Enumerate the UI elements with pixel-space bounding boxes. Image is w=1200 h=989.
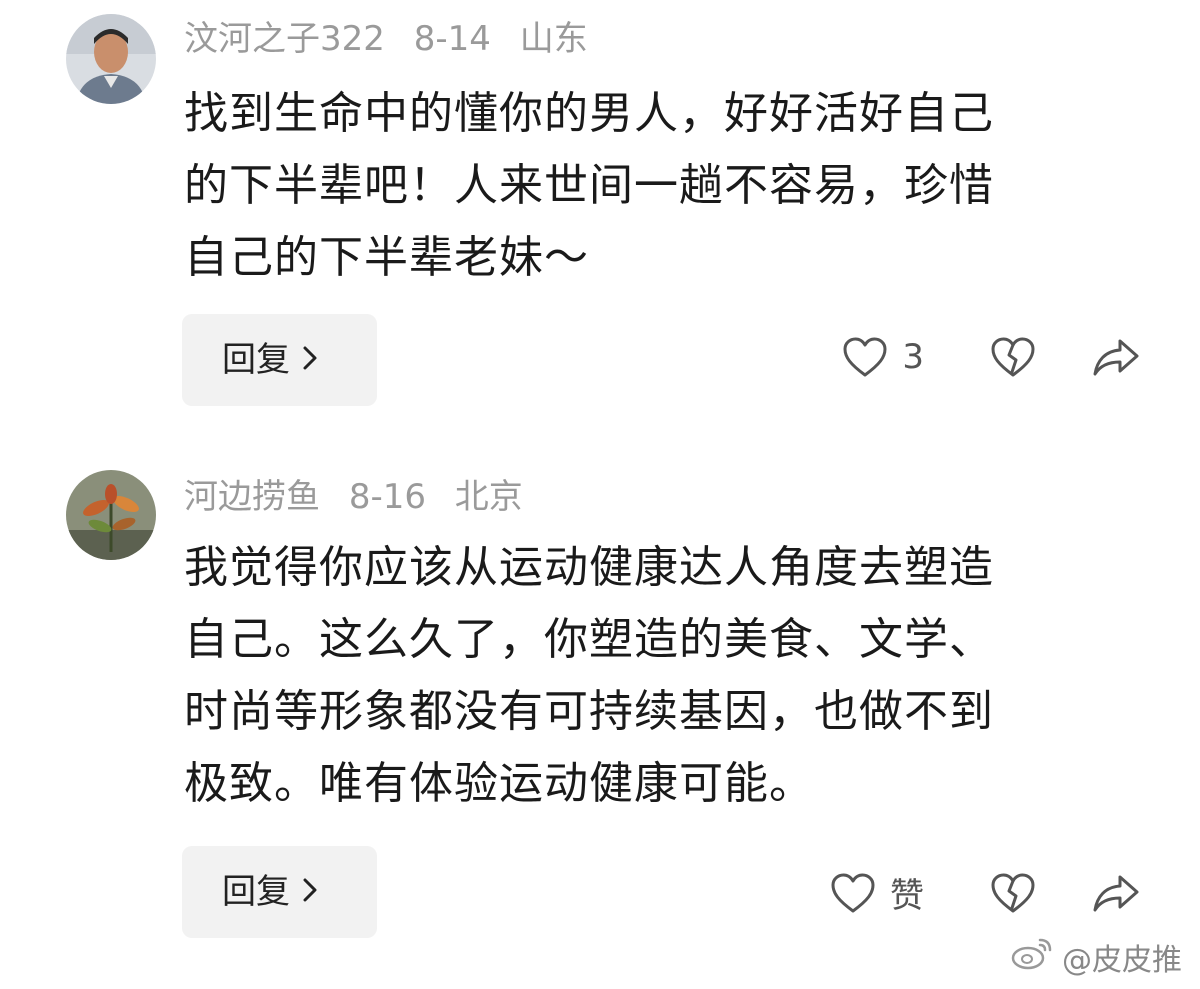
like-count: 3 (902, 337, 924, 377)
like-button[interactable]: 3 (842, 336, 924, 378)
comment-text-line: 时尚等形象都没有可持续基因，也做不到 (184, 686, 994, 737)
comment-text: 我觉得你应该从运动健康达人角度去塑造 自己。这么久了，你塑造的美食、文学、 时尚… (184, 532, 1144, 820)
share-arrow-icon (1092, 873, 1140, 913)
dislike-button[interactable] (990, 872, 1036, 914)
dislike-button[interactable] (990, 336, 1036, 378)
chevron-right-icon (302, 846, 318, 938)
reply-label: 回复 (222, 872, 290, 912)
watermark: @皮皮推 (1010, 935, 1182, 979)
watermark-text: @皮皮推 (1062, 943, 1182, 978)
share-arrow-icon (1092, 337, 1140, 377)
username[interactable]: 河边捞鱼 (184, 477, 320, 517)
broken-heart-icon (990, 336, 1036, 378)
reply-button[interactable]: 回复 (182, 314, 377, 406)
like-button[interactable]: 赞 (830, 868, 924, 917)
heart-icon (842, 336, 888, 378)
comment-text-line: 自己。这么久了，你塑造的美食、文学、 (184, 614, 994, 665)
comment-text-line: 自己的下半辈老妹～ (184, 232, 589, 283)
share-button[interactable] (1092, 873, 1140, 913)
comment-meta: 河边捞鱼 8-16 北京 (184, 474, 541, 520)
comment-actions: 3 (842, 336, 1140, 378)
comment-meta: 汶河之子322 8-14 山东 (184, 16, 606, 62)
avatar[interactable] (66, 470, 156, 560)
comment-actions: 赞 (830, 868, 1140, 917)
comment-text-line: 的下半辈吧！人来世间一趟不容易，珍惜 (184, 160, 994, 211)
comment-location: 山东 (519, 19, 588, 59)
comment-text-line: 我觉得你应该从运动健康达人角度去塑造 (184, 542, 994, 593)
like-count: 赞 (890, 876, 924, 916)
weibo-logo-icon (1010, 936, 1054, 978)
username[interactable]: 汶河之子322 (184, 19, 385, 59)
comment-location: 北京 (454, 477, 523, 517)
chevron-right-icon (302, 314, 318, 406)
comment-date: 8-16 (348, 477, 426, 517)
broken-heart-icon (990, 872, 1036, 914)
reply-button[interactable]: 回复 (182, 846, 377, 938)
comment-text: 找到生命中的懂你的男人，好好活好自己 的下半辈吧！人来世间一趟不容易，珍惜 自己… (184, 78, 1144, 294)
comment-text-line: 极致。唯有体验运动健康可能。 (184, 758, 814, 809)
avatar[interactable] (66, 14, 156, 104)
share-button[interactable] (1092, 337, 1140, 377)
reply-label: 回复 (222, 340, 290, 380)
comment-text-line: 找到生命中的懂你的男人，好好活好自己 (184, 88, 994, 139)
comment-date: 8-14 (413, 19, 491, 59)
heart-icon (830, 872, 876, 914)
